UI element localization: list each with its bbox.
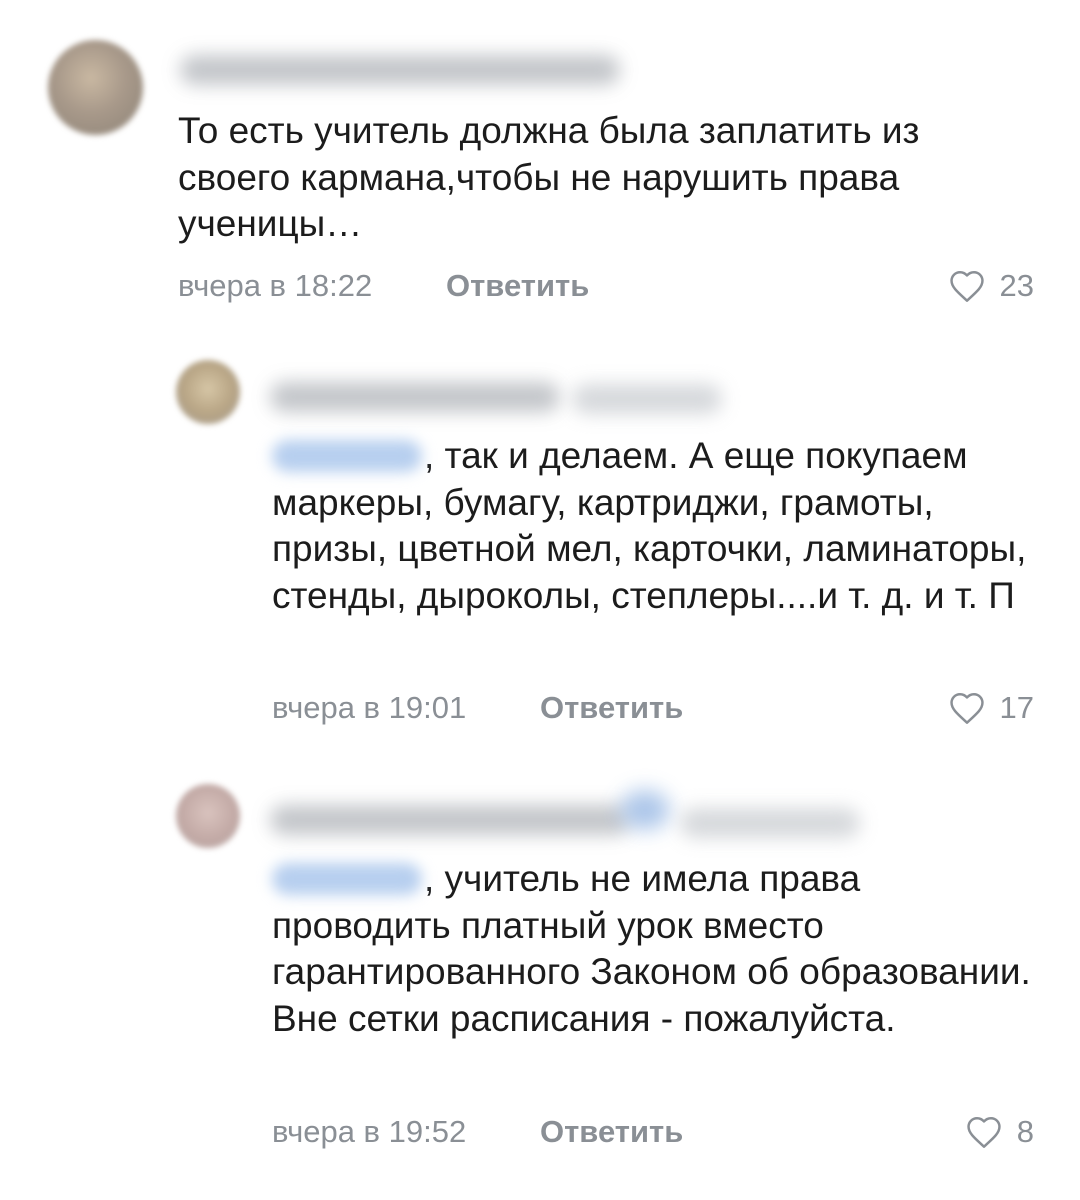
heart-outline-icon (948, 269, 986, 303)
author-name-blurred[interactable] (270, 805, 630, 835)
comment-text: , так и делаем. А еще покупаем маркеры, … (272, 433, 1042, 619)
avatar[interactable] (48, 40, 143, 135)
reply-button[interactable]: Ответить (540, 1114, 683, 1150)
avatar[interactable] (176, 360, 240, 424)
avatar[interactable] (176, 784, 240, 848)
heart-outline-icon (965, 1115, 1003, 1149)
like-button[interactable]: 23 (948, 266, 1034, 306)
comment-text: , учитель не имела права проводить платн… (272, 856, 1032, 1042)
author-name-blurred[interactable] (270, 382, 560, 412)
author-name-blurred-part (680, 808, 860, 838)
like-button[interactable]: 17 (948, 688, 1034, 728)
author-name-blurred-part (572, 384, 722, 414)
like-count: 8 (1016, 1114, 1034, 1149)
like-count: 17 (999, 690, 1034, 725)
mention-blurred[interactable] (272, 440, 422, 472)
comment-timestamp: вчера в 19:01 (272, 690, 467, 725)
mention-blurred[interactable] (272, 863, 422, 895)
comment-timestamp: вчера в 18:22 (178, 268, 373, 303)
like-count: 23 (999, 268, 1034, 303)
comment-timestamp: вчера в 19:52 (272, 1114, 467, 1149)
heart-outline-icon (948, 691, 986, 725)
reply-button[interactable]: Ответить (540, 690, 683, 726)
comment-text: То есть учитель должна была заплатить из… (178, 110, 920, 244)
verified-badge-blurred (620, 790, 670, 830)
author-name-blurred[interactable] (180, 55, 620, 85)
like-button[interactable]: 8 (965, 1112, 1034, 1152)
reply-button[interactable]: Ответить (446, 268, 589, 304)
